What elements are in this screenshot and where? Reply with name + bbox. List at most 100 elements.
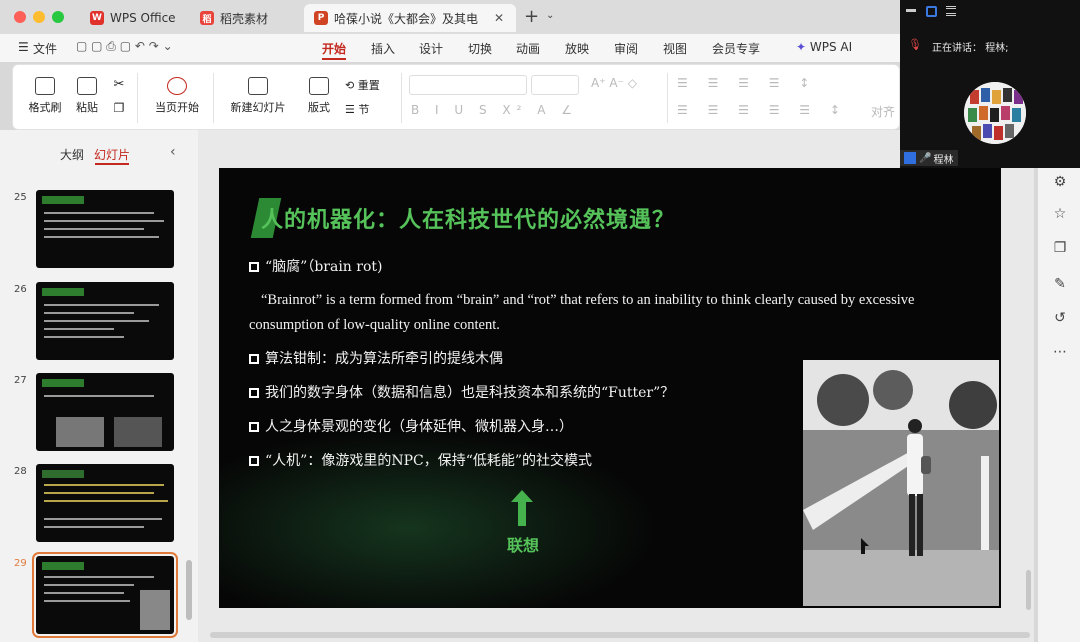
thumb-text-line [44, 320, 149, 322]
close-tab-icon[interactable]: ✕ [494, 11, 504, 25]
slide-thumbnail-28[interactable] [36, 464, 174, 542]
format-painter-icon [35, 77, 55, 95]
thumb-title [42, 196, 84, 204]
slide-number: 27 [14, 375, 27, 386]
menu-transition[interactable]: 切换 [468, 40, 492, 57]
window-layout-icon[interactable] [926, 6, 937, 17]
collapse-panel-icon[interactable]: ‹ [170, 144, 176, 160]
menu-insert[interactable]: 插入 [371, 40, 395, 57]
star-icon[interactable]: ☆ [1052, 206, 1068, 222]
font-family-select[interactable] [409, 75, 527, 95]
bullet-npc: “人机”：像游戏里的NPC，保持“低耗能”的社交模式 [249, 450, 592, 470]
thumb-text-line [44, 212, 154, 214]
wps-logo-icon: W [90, 11, 104, 25]
horizontal-scrollbar[interactable] [210, 632, 1030, 638]
reset-button[interactable]: ⟲ 重置 [345, 77, 395, 93]
thumb-text-line [44, 336, 124, 338]
font-size-select[interactable] [531, 75, 579, 95]
format-painter-label: 格式刷 [28, 101, 62, 114]
photo-illustration [803, 360, 999, 606]
tab-presentation[interactable]: P 哈葆小说《大都会》及其电 ✕ [304, 4, 516, 32]
play-current-button[interactable]: 当页开始 [147, 77, 207, 115]
thumb-text-line [44, 236, 159, 238]
menu-slideshow[interactable]: 放映 [565, 40, 589, 57]
tab-label: 稻壳素材 [220, 11, 269, 26]
bullet-text: “脑腐”（brain rot) [265, 259, 383, 275]
text-format-icons[interactable]: B I U S X² A ∠ [411, 103, 578, 117]
zoom-window-button[interactable] [52, 11, 64, 23]
grid-view-icon[interactable] [946, 6, 956, 16]
slide-thumbnail-26[interactable] [36, 282, 174, 360]
clipboard-icon [77, 77, 97, 95]
menu-start[interactable]: 开始 [322, 40, 346, 57]
thumb-text-line [44, 328, 114, 330]
layout-button[interactable]: 版式 [299, 77, 339, 115]
paste-button[interactable]: 粘贴 [69, 77, 105, 115]
reset-icon: ⟲ [345, 79, 355, 92]
new-slide-label: 新建幻灯片 [230, 101, 286, 114]
tab-docer-material[interactable]: 稻 稻壳素材 [190, 4, 302, 32]
align-button[interactable]: 对齐 [871, 103, 895, 120]
format-painter-button[interactable]: 格式刷 [27, 77, 63, 115]
bullet-digital-body: 我们的数字身体（数据和信息）也是科技资本和系统的“Futter”？ [249, 382, 674, 402]
tab-outline[interactable]: 大纲 [60, 146, 84, 163]
thumb-title [42, 288, 84, 296]
chevron-down-icon[interactable]: ⌄ [546, 10, 554, 21]
tab-slides[interactable]: 幻灯片 [94, 146, 130, 163]
hamburger-icon[interactable]: ☰ [18, 40, 29, 54]
mic-muted-icon: 🎙 [908, 38, 922, 51]
current-slide[interactable]: 人的机器化：人在科技世代的必然境遇？ “脑腐”（brain rot) “Brai… [219, 168, 1001, 608]
settings-slider-icon[interactable]: ⚙ [1052, 174, 1068, 190]
menu-wps-ai[interactable]: ✦ WPS AI [796, 40, 852, 54]
street-photo [803, 360, 999, 606]
thumb-text-line [44, 584, 134, 586]
ribbon-divider [401, 73, 402, 123]
vertical-scrollbar[interactable] [1026, 570, 1031, 610]
cut-icon[interactable]: ✂ [111, 77, 127, 92]
menu-member[interactable]: 会员专享 [712, 40, 760, 57]
wps-ai-icon: ✦ [796, 40, 807, 54]
new-slide-icon [248, 77, 268, 95]
bullet-square-icon [249, 422, 259, 432]
tab-wps-office[interactable]: W WPS Office [80, 4, 188, 32]
edit-icon[interactable]: ✎ [1052, 276, 1068, 292]
arrow-up-icon [511, 490, 533, 526]
menu-file[interactable]: 文件 [33, 40, 57, 57]
slide-thumbnail-25[interactable] [36, 190, 174, 268]
thumb-text-line [44, 395, 154, 397]
panel-scrollbar[interactable] [186, 560, 192, 620]
menu-design[interactable]: 设计 [419, 40, 443, 57]
font-size-adjust-icons[interactable]: A⁺ A⁻ ◇ [591, 76, 637, 90]
ribbon-divider [137, 73, 138, 123]
slide-thumbnail-27[interactable] [36, 373, 174, 451]
slide-number-active: 29 [14, 558, 27, 569]
menu-animation[interactable]: 动画 [516, 40, 540, 57]
copy-pages-icon[interactable]: ❐ [1052, 240, 1068, 256]
bullet-text: 算法钳制：成为算法所牵引的提线木偶 [265, 351, 503, 367]
menu-review[interactable]: 审阅 [614, 40, 638, 57]
minimize-meeting-icon[interactable] [906, 9, 916, 12]
participant-name: 程林 [933, 154, 954, 166]
thumb-text-line [44, 576, 154, 578]
active-tab-indicator [95, 163, 129, 165]
new-tab-icon[interactable]: + [524, 6, 539, 27]
participant-tag: 🎤 程林 [900, 150, 958, 166]
history-icon[interactable]: ↺ [1052, 310, 1068, 326]
slide-thumbnail-29[interactable] [32, 552, 178, 638]
menu-view[interactable]: 视图 [663, 40, 687, 57]
slide-title: 人的机器化：人在科技世代的必然境遇？ [261, 207, 676, 233]
section-button[interactable]: ☰ 节 [345, 101, 395, 117]
list-format-icons[interactable]: ☰ ☰ ☰ ☰ ↕ [677, 76, 817, 90]
bullet-text: 人之身体景观的变化（身体延伸、微机器入身…） [265, 419, 573, 435]
close-window-button[interactable] [14, 11, 26, 23]
tab-label: WPS Office [110, 11, 176, 25]
copy-icon[interactable]: ❐ [111, 101, 127, 115]
slide-number: 25 [14, 192, 27, 203]
new-slide-button[interactable]: 新建幻灯片 [223, 77, 293, 115]
quick-access-icons[interactable]: ▢ ▢ ⎙ ▢ ↶ ↷ ⌄ [76, 39, 173, 54]
thumb-image [56, 417, 104, 447]
minimize-window-button[interactable] [33, 11, 45, 23]
layout-label: 版式 [308, 101, 330, 114]
paragraph-align-icons[interactable]: ☰ ☰ ☰ ☰ ☰ ↕ [677, 103, 848, 117]
more-icon[interactable]: ⋯ [1052, 344, 1068, 360]
